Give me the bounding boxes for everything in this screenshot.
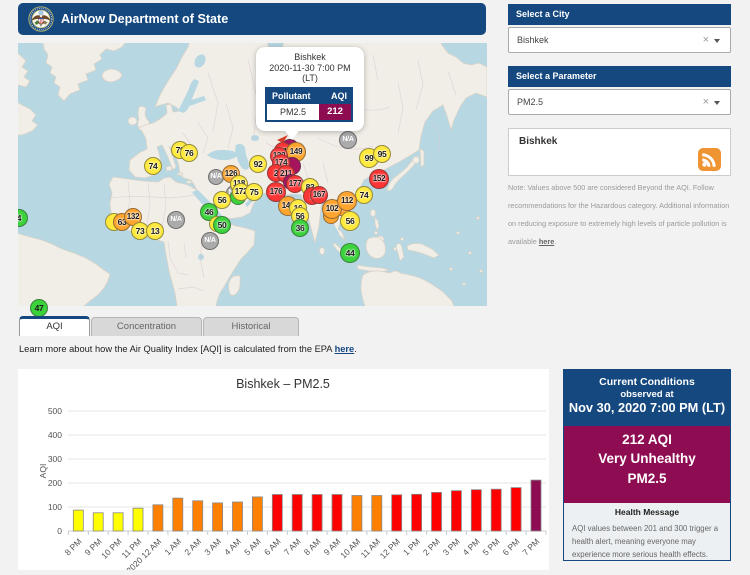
- svg-text:7 AM: 7 AM: [282, 536, 303, 557]
- svg-text:400: 400: [48, 430, 62, 440]
- svg-text:2 AM: 2 AM: [182, 536, 203, 557]
- svg-text:8 PM: 8 PM: [63, 536, 84, 557]
- svg-text:300: 300: [48, 454, 62, 464]
- svg-text:6 PM: 6 PM: [500, 536, 521, 557]
- svg-text:4 AM: 4 AM: [222, 536, 243, 557]
- svg-text:3 AM: 3 AM: [202, 536, 223, 557]
- svg-text:100: 100: [48, 502, 62, 512]
- svg-text:4 PM: 4 PM: [461, 536, 482, 557]
- svg-text:1 PM: 1 PM: [401, 536, 422, 557]
- svg-text:6 AM: 6 AM: [262, 536, 283, 557]
- svg-text:200: 200: [48, 478, 62, 488]
- svg-text:12 PM: 12 PM: [378, 536, 402, 560]
- svg-text:5 AM: 5 AM: [242, 536, 263, 557]
- svg-text:1 AM: 1 AM: [162, 536, 183, 557]
- svg-text:AQI: AQI: [38, 464, 48, 479]
- svg-text:2 PM: 2 PM: [421, 536, 442, 557]
- svg-text:10 PM: 10 PM: [99, 536, 123, 560]
- svg-text:5 PM: 5 PM: [481, 536, 502, 557]
- svg-text:10 AM: 10 AM: [338, 536, 362, 560]
- svg-text:500: 500: [48, 406, 62, 416]
- svg-text:11 AM: 11 AM: [359, 536, 383, 560]
- svg-text:8 AM: 8 AM: [302, 536, 323, 557]
- svg-text:0: 0: [57, 526, 62, 536]
- svg-text:Bishkek – PM2.5: Bishkek – PM2.5: [236, 377, 330, 391]
- svg-text:7 PM: 7 PM: [520, 536, 541, 557]
- svg-text:3 PM: 3 PM: [441, 536, 462, 557]
